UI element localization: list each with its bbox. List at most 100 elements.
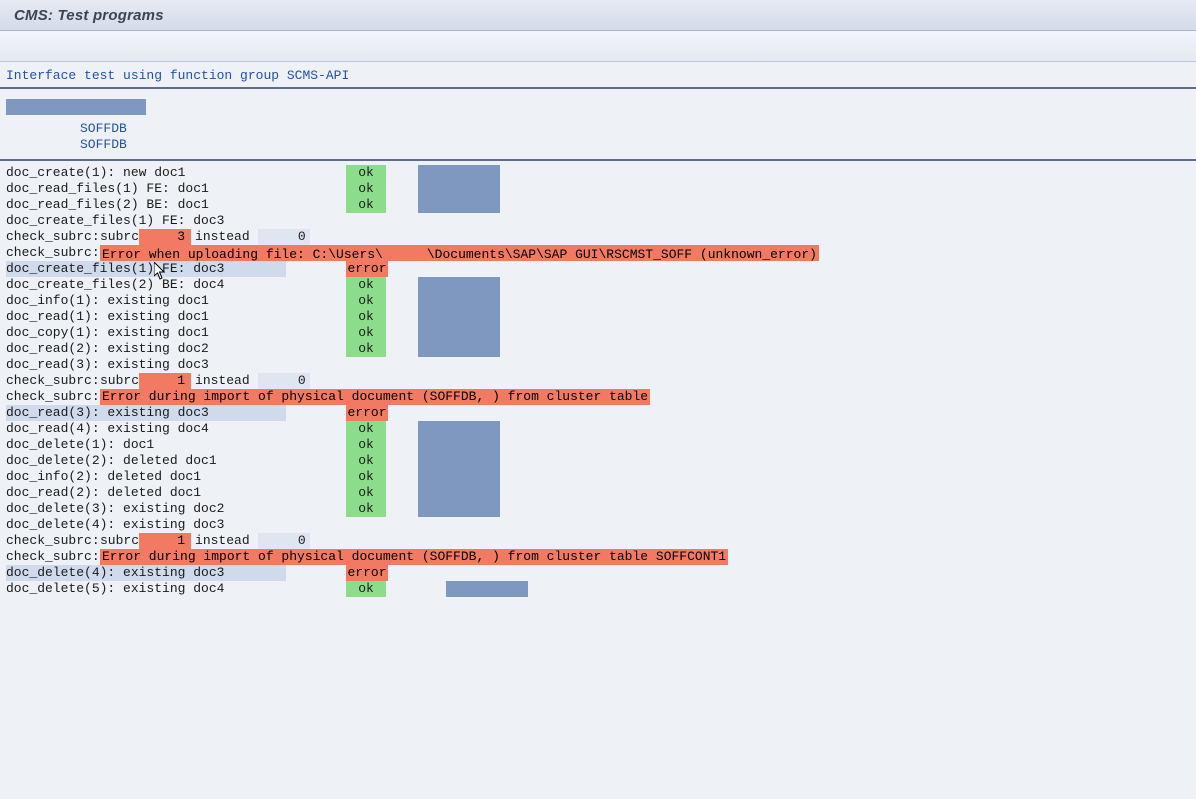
subrc-instead: instead xyxy=(195,229,250,245)
log-row: doc_read(3): existing doc3 xyxy=(6,357,1190,373)
log-label: doc_delete(5): existing doc4 xyxy=(6,581,286,597)
result-block xyxy=(418,501,500,517)
log-label: doc_create_files(2) BE: doc4 xyxy=(6,277,286,293)
log-row: doc_read(3): existing doc3error xyxy=(6,405,1190,421)
log-row: doc_delete(5): existing doc4 ok xyxy=(6,581,1190,597)
log-label: doc_read_files(2) BE: doc1 xyxy=(6,197,286,213)
log-row: check_subrc:subrc 3 instead 0 xyxy=(6,229,1190,245)
subrc-instead: instead xyxy=(195,533,250,549)
log-label: doc_read(4): existing doc4 xyxy=(6,421,286,437)
log-row: doc_delete(1): doc1 ok xyxy=(6,437,1190,453)
log-row: doc_info(1): existing doc1 ok xyxy=(6,293,1190,309)
page-title: CMS: Test programs xyxy=(14,7,164,24)
result-block xyxy=(418,485,500,501)
status-none xyxy=(346,357,386,373)
result-block xyxy=(418,197,500,213)
log-row: doc_info(2): deleted doc1ok xyxy=(6,469,1190,485)
subrc-expected: 0 xyxy=(258,533,310,549)
result-block xyxy=(418,213,500,229)
result-block xyxy=(420,261,502,277)
error-message: Error during import of physical document… xyxy=(100,389,650,405)
status-ok: ok xyxy=(346,325,386,341)
result-block xyxy=(418,181,500,197)
log-label: doc_create_files(1) FE: doc3 xyxy=(6,261,286,277)
subrc-value: 1 xyxy=(139,533,191,549)
status-ok: ok xyxy=(346,197,386,213)
subtitle: Interface test using function group SCMS… xyxy=(0,62,1196,87)
log-label: doc_read_files(1) FE: doc1 xyxy=(6,181,286,197)
subrc-label: subrc xyxy=(100,533,139,549)
log-label: doc_create(1): new doc1 xyxy=(6,165,286,181)
result-block xyxy=(418,341,500,357)
subrc-prefix: check_subrc: xyxy=(6,229,100,245)
log-label: doc_read(1): existing doc1 xyxy=(6,309,286,325)
log-row: doc_create(1): new doc1ok xyxy=(6,165,1190,181)
log-label: doc_read(2): existing doc2 xyxy=(6,341,286,357)
log-row: doc_copy(1): existing doc1 ok xyxy=(6,325,1190,341)
log-row: check_subrc:subrc 1 instead0 xyxy=(6,533,1190,549)
titlebar: CMS: Test programs xyxy=(0,0,1196,31)
status-none xyxy=(346,517,386,533)
status-ok: ok xyxy=(346,293,386,309)
log-label: doc_read(2): deleted doc1 xyxy=(6,485,286,501)
result-block xyxy=(418,165,500,181)
log-row: check_subrc:Error during import of physi… xyxy=(6,549,1190,565)
status-ok: ok xyxy=(346,309,386,325)
toolbar xyxy=(0,31,1196,62)
subrc-label: subrc xyxy=(100,229,139,245)
log-row: check_subrc:Error during import of physi… xyxy=(6,389,1190,405)
error-prefix: check_subrc: xyxy=(6,549,100,565)
log-label: doc_copy(1): existing doc1 xyxy=(6,325,286,341)
subrc-value: 1 xyxy=(139,373,191,389)
error-message: Error when uploading file: C:\Users\\Doc… xyxy=(100,245,819,261)
log-row: doc_read(2): deleted doc1 ok xyxy=(6,485,1190,501)
log-label: doc_create_files(1) FE: doc3 xyxy=(6,213,286,229)
subrc-value: 3 xyxy=(139,229,191,245)
subrc-instead: instead xyxy=(195,373,250,389)
log-label: doc_read(3): existing doc3 xyxy=(6,357,286,373)
log-row: doc_create_files(2) BE: doc4 ok xyxy=(6,277,1190,293)
result-block xyxy=(420,405,502,421)
status-ok: ok xyxy=(346,277,386,293)
status-ok: ok xyxy=(346,581,386,597)
status-ok: ok xyxy=(346,485,386,501)
result-block xyxy=(420,565,502,581)
log-row: check_subrc:subrc 1 instead0 xyxy=(6,373,1190,389)
log-label: doc_delete(3): existing doc2 xyxy=(6,501,286,517)
log-row: doc_read_files(1) FE: doc1 ok xyxy=(6,181,1190,197)
selection-highlight xyxy=(6,99,146,115)
log-row: doc_delete(3): existing doc2 ok xyxy=(6,501,1190,517)
subrc-prefix: check_subrc: xyxy=(6,373,100,389)
status-error: error xyxy=(346,565,388,581)
redacted-segment xyxy=(383,247,427,260)
status-ok: ok xyxy=(346,421,386,437)
info-line-1: SOFFDB xyxy=(80,121,1190,137)
log-label: doc_delete(1): doc1 xyxy=(6,437,286,453)
status-ok: ok xyxy=(346,501,386,517)
log-row: doc_create_files(1) FE: doc3 xyxy=(6,213,1190,229)
result-block xyxy=(418,357,500,373)
error-prefix: check_subrc: xyxy=(6,245,100,261)
result-block xyxy=(418,517,500,533)
error-message: Error during import of physical document… xyxy=(100,549,728,565)
result-block xyxy=(418,293,500,309)
app-window: CMS: Test programs Interface test using … xyxy=(0,0,1196,799)
status-error: error xyxy=(346,261,388,277)
info-line-2: SOFFDB xyxy=(80,137,1190,153)
check-subrc-row: check_subrc:subrc 3 instead 0 xyxy=(6,229,1190,245)
log-label: doc_info(2): deleted doc1 xyxy=(6,469,286,485)
log-row: doc_delete(2): deleted doc1ok xyxy=(6,453,1190,469)
log-row: doc_delete(4): existing doc3 xyxy=(6,517,1190,533)
status-ok: ok xyxy=(346,181,386,197)
status-none xyxy=(346,213,386,229)
result-block xyxy=(418,453,500,469)
result-block xyxy=(446,581,528,597)
log-label: doc_read(3): existing doc3 xyxy=(6,405,286,421)
result-block xyxy=(418,325,500,341)
subrc-expected: 0 xyxy=(258,229,310,245)
log-label: doc_delete(4): existing doc3 xyxy=(6,565,286,581)
log-row: doc_read(2): existing doc2ok xyxy=(6,341,1190,357)
result-block xyxy=(418,437,500,453)
status-ok: ok xyxy=(346,437,386,453)
log-label: doc_info(1): existing doc1 xyxy=(6,293,286,309)
